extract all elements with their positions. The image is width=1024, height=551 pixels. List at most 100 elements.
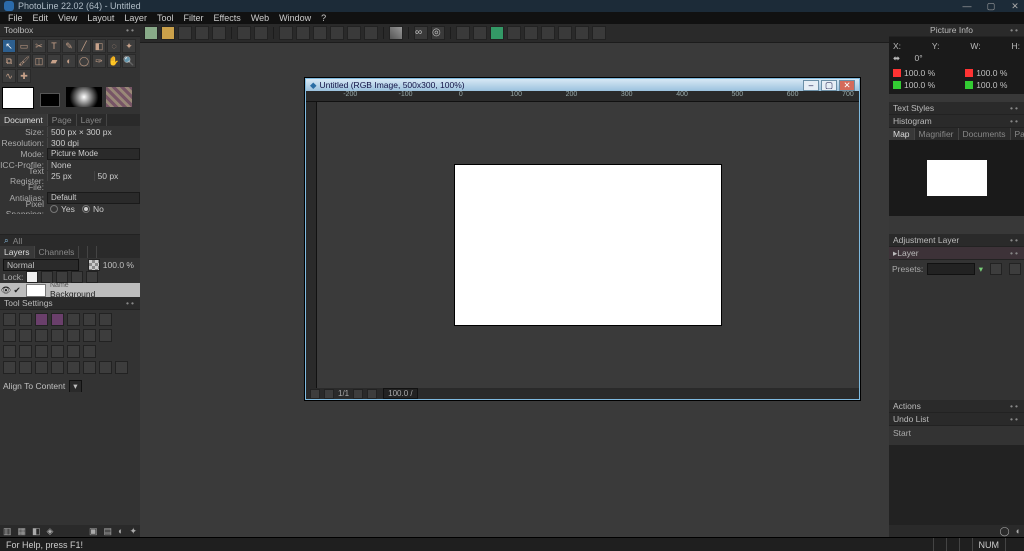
- background-color[interactable]: [40, 93, 60, 107]
- tb-prev[interactable]: [237, 26, 251, 40]
- lb-icon-3[interactable]: ◧: [32, 526, 41, 537]
- tb-target[interactable]: ◎: [431, 26, 445, 40]
- histogram-header[interactable]: Histogram: [889, 115, 1024, 128]
- visibility-icon[interactable]: 👁: [0, 285, 12, 296]
- ts-dist-4[interactable]: [51, 345, 64, 358]
- minimize-button[interactable]: —: [962, 1, 972, 12]
- antialias-select[interactable]: Default: [47, 192, 140, 204]
- tool-measure[interactable]: ╱: [77, 39, 91, 53]
- tool-rect-select[interactable]: ▭: [17, 39, 31, 53]
- tb-redo[interactable]: [296, 26, 310, 40]
- ts-align-6[interactable]: [83, 361, 96, 374]
- tab-page[interactable]: Page: [48, 114, 77, 126]
- lb-icon-5[interactable]: ▣: [89, 526, 98, 537]
- snap-no-radio[interactable]: [82, 205, 90, 213]
- tool-heal[interactable]: ✚: [17, 69, 31, 83]
- undo-header[interactable]: Undo List: [889, 413, 1024, 426]
- toolsettings-menu-icon[interactable]: [126, 298, 136, 308]
- tool-eraser[interactable]: ◫: [32, 54, 46, 68]
- resolution-value[interactable]: 300 dpi: [47, 138, 140, 148]
- ts-opt-5[interactable]: [67, 329, 80, 342]
- tool-lasso[interactable]: ◌: [107, 39, 121, 53]
- menu-view[interactable]: View: [58, 13, 77, 23]
- ts-dist-5[interactable]: [67, 345, 80, 358]
- tb-fx7[interactable]: [558, 26, 572, 40]
- tab-document[interactable]: Document: [0, 114, 48, 126]
- tb-cut[interactable]: [313, 26, 327, 40]
- ts-btn-4[interactable]: [51, 313, 64, 326]
- tb-paste[interactable]: [347, 26, 361, 40]
- adjustment-sub-header[interactable]: ▸ Layer: [889, 247, 1024, 260]
- tool-gradient[interactable]: ◐: [62, 54, 76, 68]
- lb-icon-4[interactable]: ◈: [47, 526, 54, 537]
- tab-documents[interactable]: Documents: [959, 128, 1011, 140]
- picture-info-menu-icon[interactable]: [1010, 25, 1020, 35]
- tab-channels[interactable]: Channels: [35, 246, 80, 258]
- menu-tool[interactable]: Tool: [157, 13, 174, 23]
- gradient-preview[interactable]: [66, 87, 102, 107]
- foreground-color[interactable]: [2, 87, 34, 109]
- register-y[interactable]: 50 px: [94, 171, 141, 181]
- ts-dist-6[interactable]: [83, 345, 96, 358]
- menu-filter[interactable]: Filter: [183, 13, 203, 23]
- lb-icon-7[interactable]: ◐: [118, 526, 123, 536]
- ts-btn-7[interactable]: [99, 313, 112, 326]
- ts-btn-3[interactable]: [35, 313, 48, 326]
- tb-refresh[interactable]: [364, 26, 378, 40]
- icc-value[interactable]: None: [47, 160, 140, 170]
- tb-fx9[interactable]: [592, 26, 606, 40]
- ts-opt-6[interactable]: [83, 329, 96, 342]
- menu-edit[interactable]: Edit: [33, 13, 49, 23]
- tool-crop[interactable]: ✂: [32, 39, 46, 53]
- zoom-field[interactable]: 100.0 /: [383, 388, 417, 399]
- doc-maximize[interactable]: ▢: [821, 80, 837, 91]
- ts-opt-7[interactable]: [99, 329, 112, 342]
- preset-select[interactable]: [927, 263, 975, 275]
- rb-icon-1[interactable]: ◯: [999, 526, 1009, 537]
- tb-play[interactable]: [254, 26, 268, 40]
- blend-mode-select[interactable]: Normal: [3, 259, 79, 271]
- ts-btn-2[interactable]: [19, 313, 32, 326]
- adjustment-sub-menu-icon[interactable]: [1010, 248, 1020, 258]
- actions-menu-icon[interactable]: [1010, 401, 1020, 411]
- opacity-value[interactable]: 100.0 %: [100, 260, 137, 270]
- tool-text[interactable]: T: [47, 39, 61, 53]
- undo-item-start[interactable]: Start: [893, 428, 911, 438]
- tool-wand[interactable]: ✦: [122, 39, 136, 53]
- rb-icon-2[interactable]: ◐: [1016, 526, 1021, 536]
- register-x[interactable]: 25 px: [47, 171, 94, 181]
- tool-fill[interactable]: ▰: [47, 54, 61, 68]
- tb-fx1[interactable]: [456, 26, 470, 40]
- ts-align-1[interactable]: [3, 361, 16, 374]
- ts-dist-2[interactable]: [19, 345, 32, 358]
- navigator-body[interactable]: [889, 140, 1024, 216]
- preset-add[interactable]: [990, 263, 1002, 275]
- tb-copy[interactable]: [330, 26, 344, 40]
- lb-icon-1[interactable]: ▥: [3, 526, 12, 537]
- tb-fx4[interactable]: [507, 26, 521, 40]
- undo-menu-icon[interactable]: [1010, 414, 1020, 424]
- size-value[interactable]: 500 px × 300 px: [47, 127, 140, 137]
- tb-open[interactable]: [161, 26, 175, 40]
- panel-options-icon[interactable]: [126, 25, 136, 35]
- tool-brush[interactable]: 🖌: [17, 54, 31, 68]
- tab-pages[interactable]: Pages: [1011, 128, 1024, 140]
- menu-window[interactable]: Window: [279, 13, 311, 23]
- menu-file[interactable]: File: [8, 13, 23, 23]
- artboard[interactable]: [455, 165, 721, 325]
- tool-pen[interactable]: ✑: [92, 54, 106, 68]
- adjustment-menu-icon[interactable]: [1010, 235, 1020, 245]
- tb-saveas[interactable]: [195, 26, 209, 40]
- tool-hand[interactable]: ✋: [107, 54, 121, 68]
- tool-shape[interactable]: ◯: [77, 54, 91, 68]
- tool-zoom[interactable]: 🔍: [122, 54, 136, 68]
- tb-fx8[interactable]: [575, 26, 589, 40]
- doc-minimize[interactable]: –: [803, 80, 819, 91]
- lb-icon-6[interactable]: ▤: [104, 526, 113, 537]
- tool-smudge[interactable]: ∿: [2, 69, 16, 83]
- ts-align-2[interactable]: [19, 361, 32, 374]
- menu-effects[interactable]: Effects: [213, 13, 240, 23]
- textstyles-menu-icon[interactable]: [1010, 103, 1020, 113]
- lock-pixels[interactable]: [26, 271, 38, 283]
- ts-btn-1[interactable]: [3, 313, 16, 326]
